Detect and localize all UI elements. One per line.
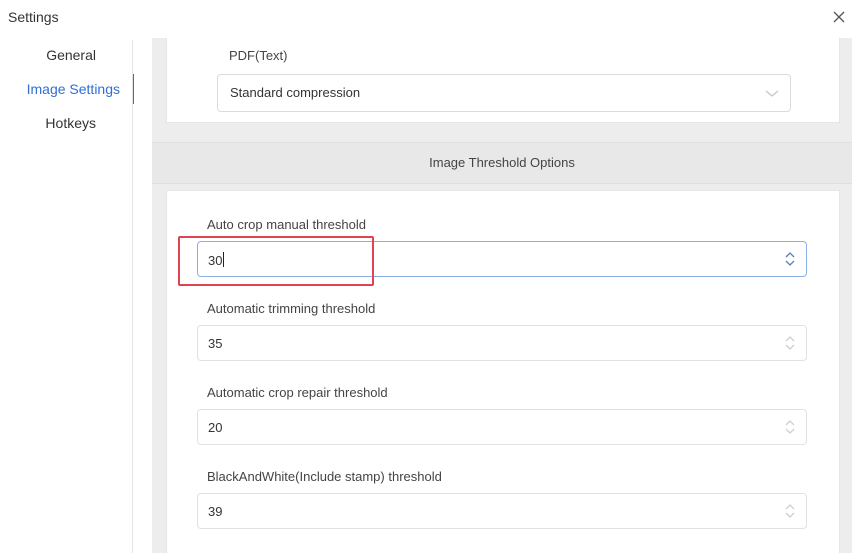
input-value: 39 bbox=[208, 504, 223, 519]
input-value: 35 bbox=[208, 336, 223, 351]
close-button[interactable] bbox=[828, 6, 850, 28]
auto-crop-manual-threshold-input[interactable]: 30 bbox=[197, 241, 807, 277]
pdf-compression-select[interactable]: Standard compression bbox=[217, 74, 791, 112]
threshold-fields-card: Auto crop manual threshold 30 Automatic … bbox=[166, 190, 840, 553]
stepper-updown-icon[interactable] bbox=[782, 418, 798, 436]
sidebar-item-label: Hotkeys bbox=[45, 115, 96, 131]
blackandwhite-stamp-threshold-input[interactable]: 39 bbox=[197, 493, 807, 529]
sidebar-item-hotkeys[interactable]: Hotkeys bbox=[0, 106, 134, 140]
automatic-crop-repair-threshold-label: Automatic crop repair threshold bbox=[207, 385, 388, 400]
text-caret bbox=[223, 252, 225, 267]
window-title: Settings bbox=[8, 9, 59, 25]
pdf-text-card: PDF(Text) Standard compression bbox=[166, 38, 840, 123]
sidebar-item-label: General bbox=[46, 47, 96, 63]
settings-window: Settings General Image Settings Hotkeys … bbox=[0, 0, 860, 553]
stepper-updown-icon[interactable] bbox=[782, 250, 798, 268]
sidebar-item-general[interactable]: General bbox=[0, 38, 134, 72]
pdf-compression-value: Standard compression bbox=[230, 85, 361, 100]
image-threshold-options-header: Image Threshold Options bbox=[152, 142, 852, 184]
automatic-trimming-threshold-input[interactable]: 35 bbox=[197, 325, 807, 361]
sidebar-nav: General Image Settings Hotkeys bbox=[0, 38, 134, 140]
automatic-trimming-threshold-label: Automatic trimming threshold bbox=[207, 301, 376, 316]
input-value: 20 bbox=[208, 420, 223, 435]
chevron-down-icon bbox=[765, 90, 779, 97]
stepper-updown-icon[interactable] bbox=[782, 502, 798, 520]
pdf-text-label: PDF(Text) bbox=[229, 48, 288, 63]
stepper-updown-icon[interactable] bbox=[782, 334, 798, 352]
sidebar-item-label: Image Settings bbox=[26, 81, 120, 97]
settings-content-panel: PDF(Text) Standard compression Image Thr… bbox=[152, 38, 852, 553]
close-icon bbox=[833, 11, 845, 23]
blackandwhite-stamp-threshold-label: BlackAndWhite(Include stamp) threshold bbox=[207, 469, 442, 484]
sidebar-item-image-settings[interactable]: Image Settings bbox=[0, 72, 134, 106]
automatic-crop-repair-threshold-input[interactable]: 20 bbox=[197, 409, 807, 445]
sidebar-divider bbox=[132, 40, 133, 553]
auto-crop-manual-threshold-label: Auto crop manual threshold bbox=[207, 217, 366, 232]
input-value: 30 bbox=[208, 252, 225, 268]
